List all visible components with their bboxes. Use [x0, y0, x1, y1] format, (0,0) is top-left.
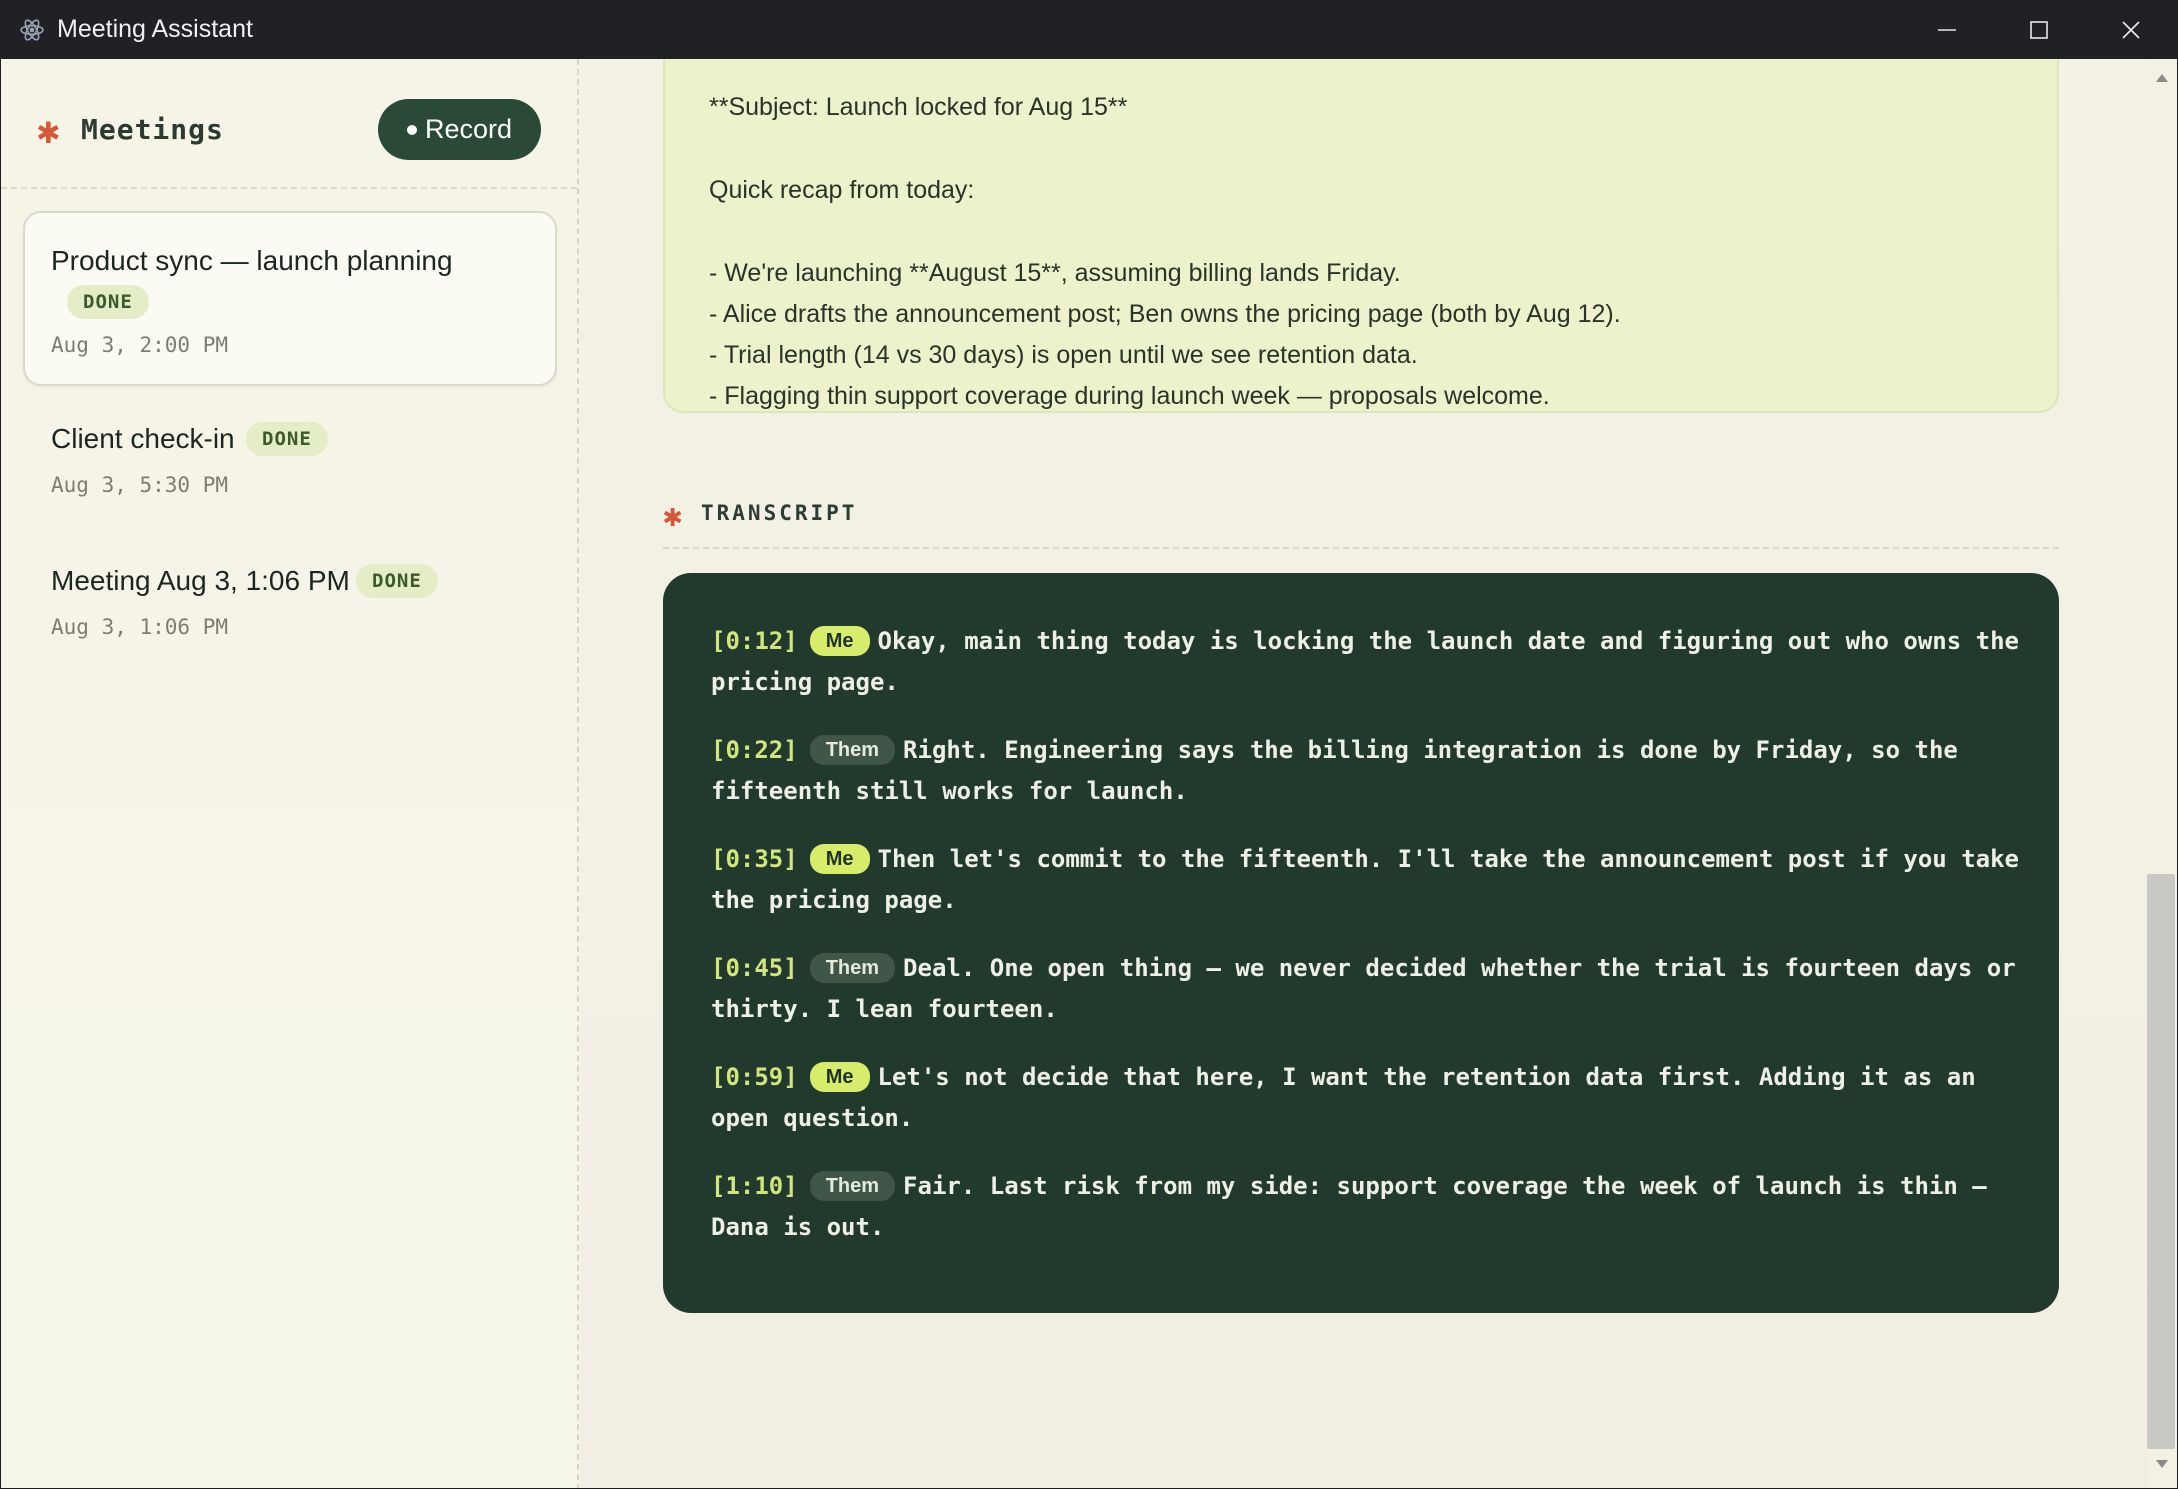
- minimize-icon: [1938, 29, 1956, 31]
- speaker-pill: Them: [809, 1171, 896, 1201]
- timestamp: [1:10]: [711, 1172, 798, 1200]
- transcript-entry: [0:12] Me Okay, main thing today is lockin…: [711, 621, 2021, 703]
- summary-bullet: - Alice drafts the announcement post; Be…: [709, 300, 1621, 328]
- summary-subject: **Subject: Launch locked for Aug 15**: [709, 93, 1128, 121]
- vertical-scrollbar[interactable]: [2147, 59, 2177, 1488]
- sidebar-title: Meetings: [81, 113, 224, 146]
- record-button-label: Record: [424, 114, 513, 144]
- status-badge: DONE: [356, 564, 438, 598]
- utterance-text: Okay, main thing today is locking the la…: [711, 627, 2019, 696]
- close-icon: [2122, 21, 2140, 39]
- timestamp: [0:59]: [711, 1063, 798, 1091]
- speaker-pill: Me: [809, 626, 870, 656]
- utterance-text: Fair. Last risk from my side: support co…: [711, 1172, 1987, 1241]
- asterisk-icon: ✱: [37, 108, 60, 152]
- meetings-sidebar: ✱ Meetings Record Product sync — launch …: [1, 59, 579, 1488]
- timestamp: [0:22]: [711, 736, 798, 764]
- record-dot-icon: [406, 124, 417, 135]
- transcript-heading: TRANSCRIPT: [701, 501, 858, 525]
- summary-line: Quick recap from today:: [709, 176, 975, 204]
- summary-bullet: - Trial length (14 vs 30 days) is open u…: [709, 341, 1418, 369]
- utterance-text: Right. Engineering says the billing inte…: [711, 736, 1958, 805]
- speaker-pill: Me: [809, 844, 870, 874]
- transcript-entry: [0:59] Me Let's not decide that here, I wa…: [711, 1057, 2021, 1139]
- maximize-button[interactable]: [1993, 1, 2085, 59]
- timestamp: [0:45]: [711, 954, 798, 982]
- transcript-entry: [1:10] Them Fair. Last risk from my side: …: [711, 1166, 2021, 1248]
- asterisk-icon: ✱: [663, 496, 683, 534]
- utterance-text: Let's not decide that here, I want the r…: [711, 1063, 1976, 1132]
- speaker-pill: Them: [809, 735, 896, 765]
- transcript-entry: [0:22] Them Right. Engineering says the bi…: [711, 730, 2021, 812]
- section-divider: [663, 547, 2059, 549]
- meeting-title: Meeting Aug 3, 1:06 PM: [51, 565, 350, 596]
- record-button[interactable]: Record: [378, 99, 541, 160]
- electron-atom-icon: [19, 17, 45, 43]
- summary-bullet: - Flagging thin support coverage during …: [709, 382, 1550, 410]
- close-button[interactable]: [2085, 1, 2177, 59]
- meeting-date: Aug 3, 5:30 PM: [51, 473, 229, 497]
- meeting-item[interactable]: Meeting Aug 3, 1:06 PM DONE Aug 3, 1:06 …: [23, 559, 557, 669]
- meeting-date: Aug 3, 1:06 PM: [51, 615, 229, 639]
- utterance-text: Then let's commit to the fifteenth. I'll…: [711, 845, 2019, 914]
- transcript-entry: [0:35] Me Then let's commit to the fifteen…: [711, 839, 2021, 921]
- sidebar-header: ✱ Meetings Record: [1, 59, 577, 189]
- meeting-detail-pane[interactable]: **Subject: Launch locked for Aug 15** Qu…: [581, 59, 2147, 1488]
- transcript-entry: [0:45] Them Deal. One open thing — we neve…: [711, 948, 2021, 1030]
- meeting-item-selected[interactable]: Product sync — launch planning DONE Aug …: [23, 211, 557, 386]
- minimize-button[interactable]: [1901, 1, 1993, 59]
- scroll-down-arrow-icon[interactable]: [2155, 1459, 2169, 1469]
- timestamp: [0:35]: [711, 845, 798, 873]
- status-badge: DONE: [246, 422, 328, 456]
- utterance-text: Deal. One open thing — we never decided …: [711, 954, 2016, 1023]
- timestamp: [0:12]: [711, 627, 798, 655]
- meeting-title: Client check-in: [51, 423, 235, 454]
- speaker-pill: Them: [809, 953, 896, 983]
- app-window: Meeting Assistant ✱ Meetings Record Prod…: [0, 0, 2178, 1489]
- scroll-up-arrow-icon[interactable]: [2155, 73, 2169, 83]
- window-title: Meeting Assistant: [57, 15, 253, 43]
- meeting-item[interactable]: Client check-in DONE Aug 3, 5:30 PM: [23, 417, 557, 527]
- status-badge: DONE: [67, 285, 149, 319]
- summary-card: **Subject: Launch locked for Aug 15** Qu…: [663, 59, 2059, 413]
- title-bar: Meeting Assistant: [1, 1, 2177, 59]
- maximize-icon: [2030, 21, 2048, 39]
- speaker-pill: Me: [809, 1062, 870, 1092]
- meeting-date: Aug 3, 2:00 PM: [51, 333, 229, 357]
- transcript-panel: [0:12] Me Okay, main thing today is lockin…: [663, 573, 2059, 1313]
- meeting-title: Product sync — launch planning: [51, 245, 453, 276]
- summary-bullet: - We're launching **August 15**, assumin…: [709, 259, 1401, 287]
- scrollbar-thumb[interactable]: [2147, 874, 2175, 1449]
